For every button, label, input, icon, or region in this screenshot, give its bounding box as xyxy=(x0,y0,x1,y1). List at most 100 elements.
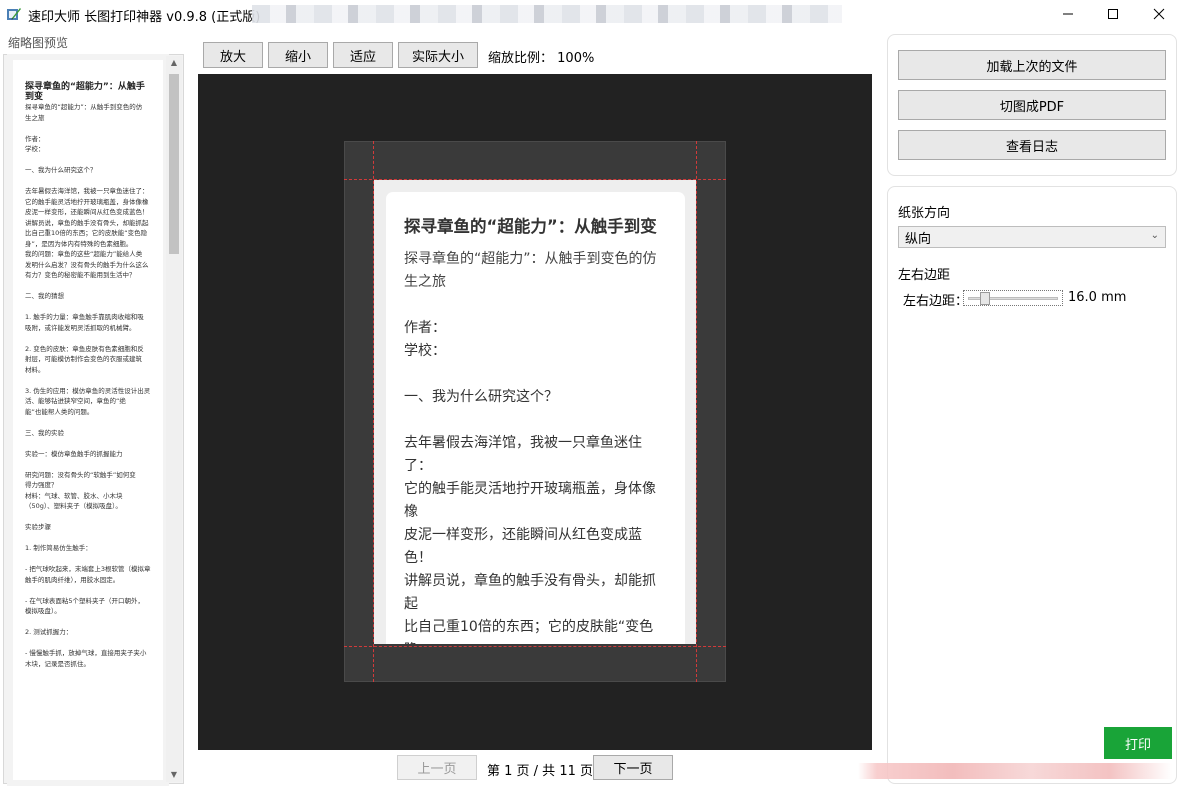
thumbnail-line: 我的问题：章鱼的这些“超能力”能给人类 xyxy=(25,250,143,258)
thumbnail-line: 2. 变色的皮肤：章鱼皮肤有色素细胞和反 xyxy=(25,344,144,353)
thumbnail-line: - 把气球吹起来，末端套上3根软管（模拟章 xyxy=(25,565,151,573)
bottom-margin-guide xyxy=(344,646,726,647)
page-title: 探寻章鱼的“超能力”：从触手到变 xyxy=(404,217,657,236)
thumbnail-line: 比自己重10倍的东西；它的皮肤能“变色隐 xyxy=(25,229,148,237)
page-body-line: 讲解员说，章鱼的触手没有骨头，却能抓起 xyxy=(404,573,656,612)
zoom-in-button[interactable]: 放大 xyxy=(203,42,263,68)
thumbnail-line: 实验一：模仿章鱼触手的抓握能力 xyxy=(25,449,123,458)
thumbnail-line: 吸附，或许能发明灵活抓取的机械臂。 xyxy=(25,323,136,332)
page-body-line: 皮泥一样变形，还能瞬间从红色变成蓝色！ xyxy=(404,527,642,566)
close-button[interactable] xyxy=(1136,0,1179,28)
close-icon xyxy=(1153,8,1165,20)
thumbnail-line: 得力强度？ xyxy=(25,481,58,489)
app-icon xyxy=(7,8,21,20)
page-body-line: 去年暑假去海洋馆，我被一只章鱼迷住了： xyxy=(404,435,642,474)
minimize-button[interactable] xyxy=(1045,0,1091,28)
thumbnail-line: 射层，可能模仿制作会变色的衣服或建筑 xyxy=(25,355,142,363)
margin-value: 16.0 mm xyxy=(1068,290,1127,305)
chevron-down-icon: ⌄ xyxy=(1150,230,1159,241)
thumbnail-line: 3. 伪生的应用：模仿章鱼的灵活性设计出灵 xyxy=(25,386,151,395)
thumbnail-line xyxy=(25,512,153,523)
zoom-out-button[interactable]: 缩小 xyxy=(268,42,328,68)
thumbnail-line: 1. 触手的力量：章鱼触手靠肌肉收缩和吸 xyxy=(25,313,144,321)
thumbnail-line xyxy=(25,438,153,449)
thumbnail-line: 作者： xyxy=(25,134,45,143)
thumbnail-line xyxy=(25,375,153,386)
margin-group-label: 左右边距 xyxy=(898,268,951,283)
margin-slider[interactable] xyxy=(963,290,1063,306)
load-last-file-button[interactable]: 加载上次的文件 xyxy=(898,50,1166,80)
window-title: 速印大师 长图打印神器 v0.9.8 (正式版) xyxy=(28,10,261,25)
top-margin-guide xyxy=(344,179,726,180)
thumbnail-line xyxy=(25,638,153,649)
slider-knob[interactable] xyxy=(980,292,990,305)
right-margin-guide xyxy=(696,141,697,682)
thumbnail-line: （50g）、塑料夹子（模拟吸盘）。 xyxy=(25,502,122,510)
fit-button[interactable]: 适应 xyxy=(333,42,393,68)
thumbnail-line xyxy=(25,533,153,544)
thumbnail-line xyxy=(25,281,153,292)
thumbnail-line xyxy=(25,123,153,134)
thumbnail-line: 活、能够钻进狭窄空间，章鱼的“绝 xyxy=(25,397,126,405)
thumbnail-line xyxy=(25,155,153,166)
page-indicator: 第 1 页 / 共 11 页 xyxy=(487,764,593,779)
page-body: 作者： 学校： 一、我为什么研究这个？ 去年暑假去海洋馆，我被一只章鱼迷住了： 它的… xyxy=(404,294,666,644)
thumbnail-line: 木块，记录是否抓住。 xyxy=(25,659,90,668)
maximize-button[interactable] xyxy=(1090,0,1136,28)
scroll-up-icon[interactable]: ▲ xyxy=(169,58,179,68)
thumbnail-line: - 在气球表面粘5个塑料夹子（开口朝外， xyxy=(25,596,145,605)
thumbnail-line: 模拟吸盘）。 xyxy=(25,607,61,615)
view-log-button[interactable]: 查看日志 xyxy=(898,130,1166,160)
title-bar: 速印大师 长图打印神器 v0.9.8 (正式版) xyxy=(0,0,1179,28)
maximize-icon xyxy=(1108,9,1118,19)
thumbnail-line: 学校： xyxy=(25,145,45,153)
zoom-label: 缩放比例： xyxy=(488,51,554,66)
minimize-icon xyxy=(1063,13,1073,15)
orientation-select[interactable]: 纵向 ⌄ xyxy=(898,226,1166,248)
thumbnail-title: 探寻章鱼的“超能力”：从触手到变 xyxy=(25,82,145,102)
thumbnail-line: 生之旅 xyxy=(25,113,45,122)
thumbnail-line: 实验步骤 xyxy=(25,523,51,531)
actual-size-button[interactable]: 实际大小 xyxy=(398,42,478,68)
thumbnail-line: 身”，是因为体内有特殊的色素细胞。 xyxy=(25,239,133,248)
thumbnail-line: 去年暑假去海洋馆，我被一只章鱼迷住了： xyxy=(25,187,149,195)
page-body-line xyxy=(404,363,666,386)
scrollbar-thumb[interactable] xyxy=(169,74,179,254)
thumbnail-line: 触手的肌肉纤维），用胶水固定。 xyxy=(25,575,120,584)
print-button-label: 打印 xyxy=(1124,737,1151,753)
thumbnail-label: 缩略图预览 xyxy=(8,36,69,50)
thumbnail-line xyxy=(25,302,153,313)
thumbnail-line xyxy=(25,176,153,187)
thumbnail-line xyxy=(25,333,153,344)
thumbnail-line: 材料。 xyxy=(25,365,45,374)
thumbnail-line: 皮泥一样变形，还能瞬间从红色变成蓝色！ xyxy=(25,208,149,216)
prev-page-button[interactable]: 上一页 xyxy=(397,755,477,780)
page-body-line: 它的触手能灵活地拧开玻璃瓶盖，身体像橡 xyxy=(404,481,656,520)
thumbnail-line: 讲解员说，章鱼的触手没有骨头，却能抓起 xyxy=(25,218,149,227)
page-body-line xyxy=(404,294,666,317)
footer-redacted-area xyxy=(858,763,1172,779)
orientation-value: 纵向 xyxy=(905,231,932,247)
zoom-value: 100% xyxy=(557,51,595,66)
thumbnail-line: 2. 测试抓握力： xyxy=(25,628,73,636)
scroll-down-icon[interactable]: ▼ xyxy=(169,770,179,780)
page-subtitle: 探寻章鱼的“超能力”：从触手到变色的仿生之旅 xyxy=(404,251,657,290)
thumbnail-line: 有力？变色的秘密能不能用到生活中？ xyxy=(25,271,136,279)
cut-to-pdf-button[interactable]: 切图成PDF xyxy=(898,90,1166,120)
margin-label: 左右边距： xyxy=(903,294,969,309)
page-body-line xyxy=(404,409,666,432)
next-page-button[interactable]: 下一页 xyxy=(593,755,673,780)
page-body-line: 学校： xyxy=(404,343,446,359)
thumbnail-line: 三、我的实验 xyxy=(25,428,64,437)
thumbnail-line: 一、我为什么研究这个？ xyxy=(25,166,97,174)
thumbnail-page[interactable]: 探寻章鱼的“超能力”：从触手到变 探寻章鱼的“超能力”：从触手到变色的仿 生之旅 … xyxy=(13,60,163,780)
thumbnail-line: 探寻章鱼的“超能力”：从触手到变色的仿 xyxy=(25,103,143,111)
orientation-label: 纸张方向 xyxy=(898,206,951,221)
page-body-line: 比自己重10倍的东西；它的皮肤能“变色隐 xyxy=(404,619,654,644)
thumbnail-body: 探寻章鱼的“超能力”：从触手到变色的仿 生之旅 作者： 学校： 一、我为什么研究这个… xyxy=(25,102,153,669)
thumbnail-line xyxy=(25,417,153,428)
thumbnail-line xyxy=(25,585,153,596)
print-button[interactable]: 打印 xyxy=(1104,727,1172,759)
thumbnail-scrollbar[interactable]: ▲ ▼ xyxy=(166,56,182,782)
thumbnail-line: 1. 制作简易仿生触手： xyxy=(25,544,92,552)
